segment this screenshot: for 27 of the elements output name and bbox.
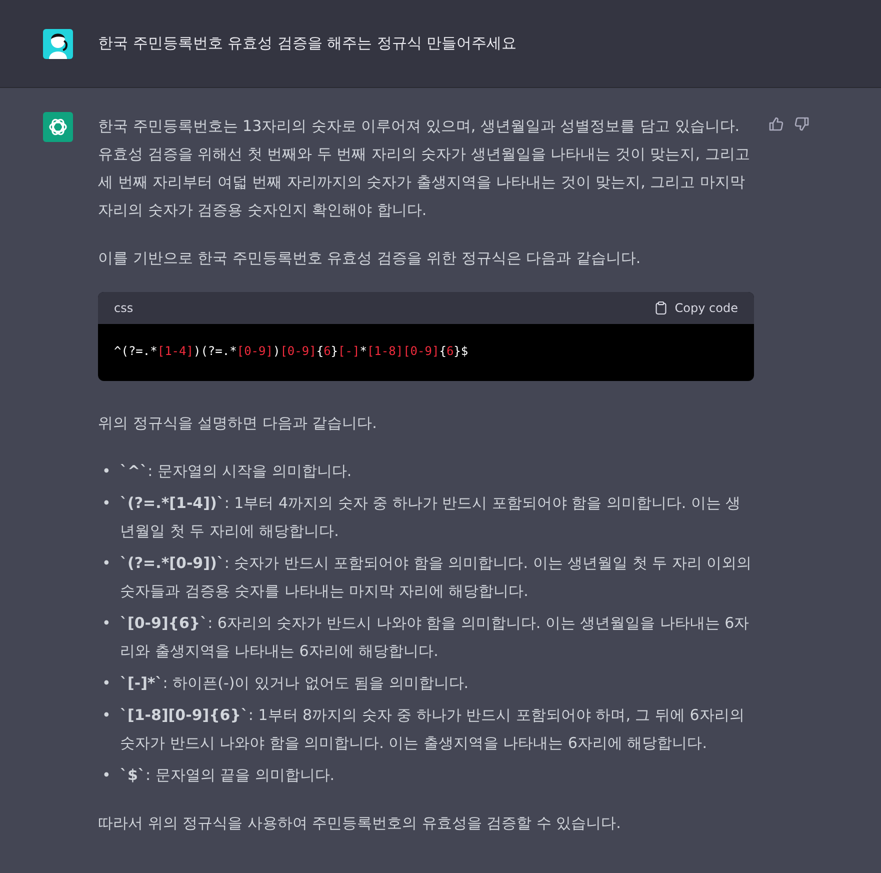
thumbs-up-icon[interactable] (768, 116, 784, 132)
bullet-marker: • (102, 553, 112, 574)
list-item: `$`: 문자열의 끝을 의미합니다. (120, 765, 336, 786)
paragraph: 한국 주민등록번호는 13자리의 숫자로 이루어져 있으며, 생년월일과 성별정보를 담고 있습니다. 유효성 검증을 위해선 첫 번째와 두 번째 자리의 숫자가 생년월일을 나타내는 것이 맞는지, 그리고 세 번째 자리부터 여덟 번째 자리까지의 숫자가 출생지역을 나타내는 것이 맞는지, 그리고 마지막 자리의 숫자가 검증용 숫자인지 확인해야 합니다. (98, 116, 751, 221)
list-item: `[1-8][0-9]{6}`: 1부터 8까지의 숫자 중 하나가 반드시 포함되어야 하며, 그 뒤에 6자리의 숫자가 반드시 나와야 함을 의미합니다. 이는 출생지역을 나타내는 6자리에 해당합니다. (120, 705, 746, 754)
user-message: 한국 주민등록번호 유효성 검증을 해주는 정규식 만들어주세요 (98, 34, 517, 53)
list-item: `[-]*`: 하이픈(-)이 있거나 없어도 됨을 의미합니다. (120, 673, 470, 694)
paragraph: 위의 정규식을 설명하면 다음과 같습니다. (98, 413, 378, 434)
copy-code-button[interactable]: Copy code (654, 301, 738, 315)
bullet-marker: • (102, 673, 112, 694)
clipboard-icon (654, 301, 667, 315)
list-item: `(?=.*[1-4])`: 1부터 4까지의 숫자 중 하나가 반드시 포함되어야 함을 의미합니다. 이는 생년월일 첫 두 자리에 해당합니다. (120, 493, 742, 542)
bullet-marker: • (102, 765, 112, 786)
paragraph: 따라서 위의 정규식을 사용하여 주민등록번호의 유효성을 검증할 수 있습니다. (98, 813, 622, 834)
bullet-marker: • (102, 613, 112, 634)
code-line: ^(?=.*[1-4])(?=.*[0-9])[0-9]{6}[-]*[1-8][0-9]{6}$ (114, 344, 468, 358)
paragraph: 이를 기반으로 한국 주민등록번호 유효성 검증을 위한 정규식은 다음과 같습니다. (98, 248, 642, 269)
thumbs-down-icon[interactable] (794, 116, 810, 132)
code-language-label: css (114, 300, 134, 317)
user-avatar (43, 28, 73, 58)
assistant-logo-icon (43, 112, 73, 142)
list-item: `[0-9]{6}`: 6자리의 숫자가 반드시 나와야 함을 의미합니다. 이는 생년월일을 나타내는 6자리와 출생지역을 나타내는 6자리에 해당합니다. (120, 613, 750, 662)
bullet-marker: • (102, 493, 112, 514)
bullet-marker: • (102, 461, 112, 482)
bullet-marker: • (102, 705, 112, 726)
list-item: `^`: 문자열의 시작을 의미합니다. (120, 461, 353, 482)
list-item: `(?=.*[0-9])`: 숫자가 반드시 포함되어야 함을 의미합니다. 이는 생년월일 첫 두 자리 이외의 숫자들과 검증용 숫자를 나타내는 마지막 자리에 해당합니다. (120, 553, 753, 602)
